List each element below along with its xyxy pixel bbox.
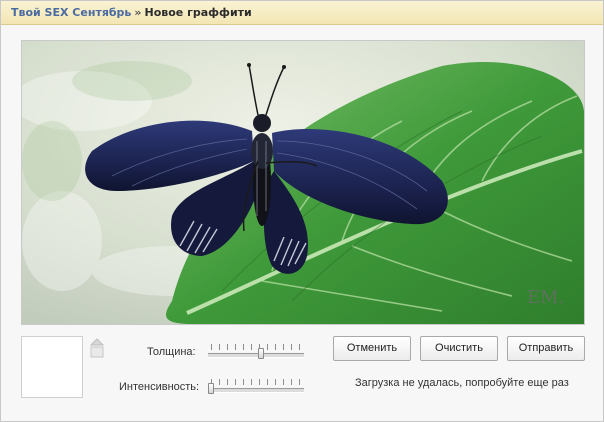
color-swatch-icon[interactable] [90, 338, 104, 358]
thickness-ticks [211, 344, 303, 350]
intensity-thumb[interactable] [208, 383, 214, 394]
thickness-label: Толщина: [147, 346, 196, 358]
graffiti-window: Твой SEX Сентябрь» Новое граффити ЕМ. То… [0, 0, 604, 422]
clear-button[interactable]: Очистить [420, 336, 498, 361]
drawing-canvas[interactable]: ЕМ. [21, 40, 585, 325]
cancel-button[interactable]: Отменить [333, 336, 411, 361]
artist-signature: ЕМ. [527, 287, 564, 308]
breadcrumb-community-link[interactable]: Твой SEX Сентябрь [11, 6, 131, 19]
intensity-ticks [211, 379, 303, 385]
breadcrumb-separator: » [134, 6, 142, 19]
status-message: Загрузка не удалась, попробуйте еще раз [355, 377, 569, 389]
send-button[interactable]: Отправить [507, 336, 585, 361]
thickness-thumb[interactable] [258, 348, 264, 359]
intensity-track [208, 388, 304, 393]
breadcrumb: Твой SEX Сентябрь» Новое граффити [1, 1, 603, 25]
thickness-track [208, 353, 304, 358]
thickness-slider[interactable] [208, 344, 306, 364]
brush-preview [21, 336, 83, 398]
intensity-label: Интенсивность: [119, 381, 200, 393]
breadcrumb-current: Новое граффити [144, 6, 252, 19]
intensity-slider[interactable] [208, 379, 306, 399]
